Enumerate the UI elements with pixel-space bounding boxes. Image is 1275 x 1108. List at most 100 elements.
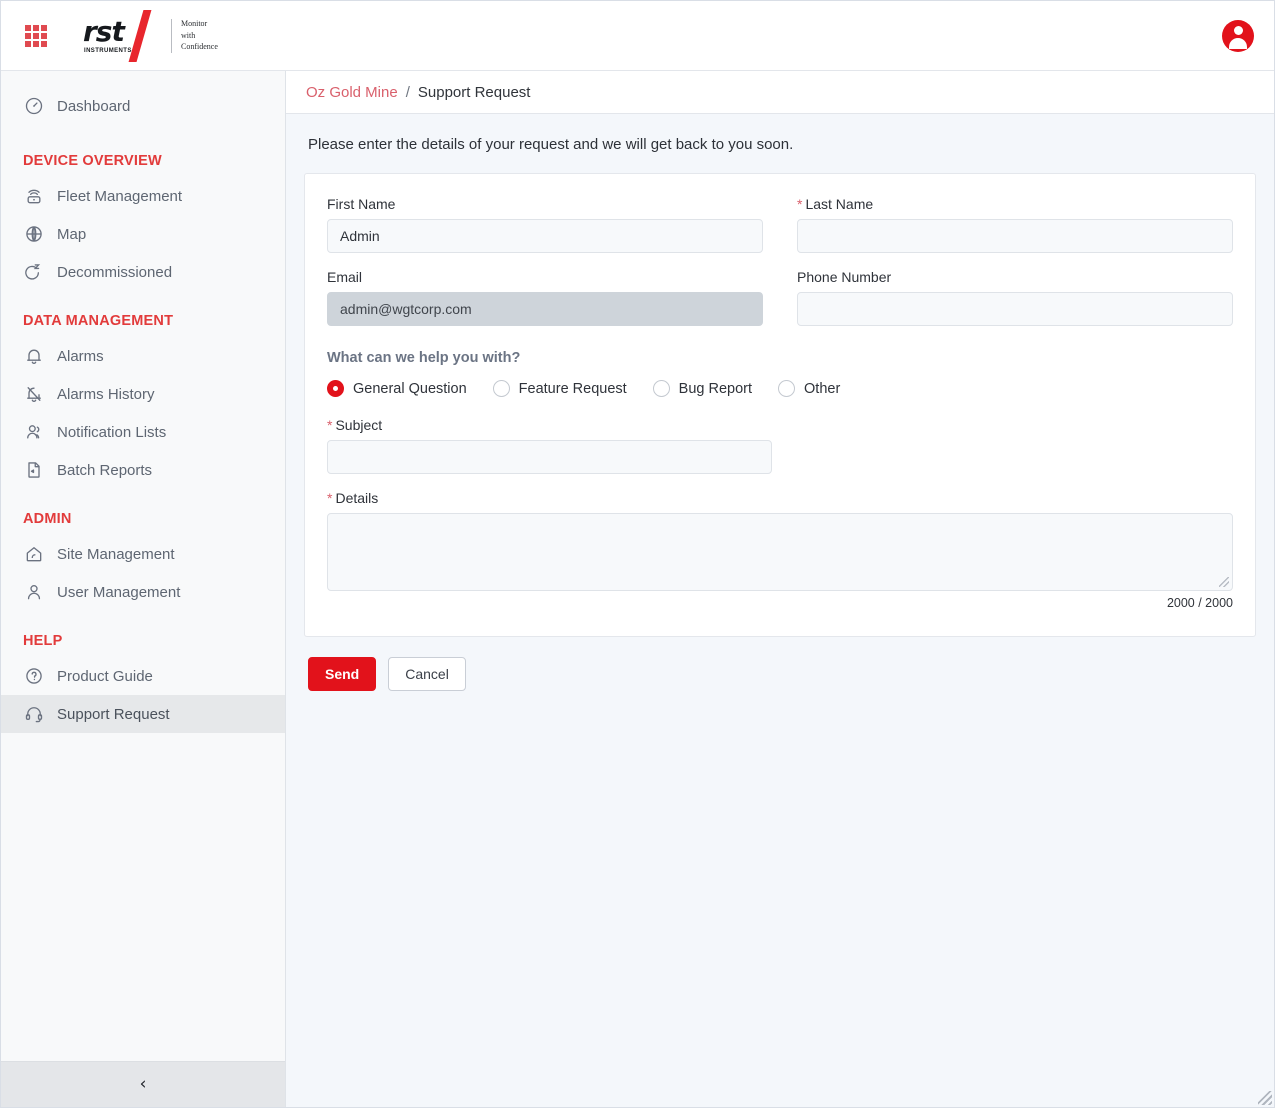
support-request-page: Please enter the details of your request…	[286, 114, 1274, 1107]
email-col: Email	[327, 269, 763, 342]
question-circle-icon	[23, 665, 45, 687]
sleep-rotate-icon	[23, 261, 45, 283]
details-label: * Details	[327, 490, 1233, 506]
character-counter: 2000 / 2000	[1166, 596, 1233, 610]
tagline-line-3: Confidence	[181, 42, 218, 52]
email-field: Email	[327, 269, 763, 326]
logo-subtext: INSTRUMENTS	[84, 47, 132, 54]
cancel-button[interactable]: Cancel	[388, 657, 466, 691]
sidebar-item-label: Notification Lists	[57, 423, 167, 441]
sidebar-item-label: Alarms	[57, 347, 104, 365]
last-name-col: * Last Name	[797, 196, 1233, 269]
sidebar-item-decommissioned[interactable]: Decommissioned	[1, 253, 285, 291]
sidebar-item-product-guide[interactable]: Product Guide	[1, 657, 285, 695]
app-header: rst INSTRUMENTS Monitor with Confidence	[1, 1, 1274, 71]
logo-tagline: Monitor with Confidence	[171, 18, 218, 53]
required-asterisk: *	[327, 490, 333, 506]
sidebar-item-label: Site Management	[57, 545, 175, 563]
sidebar-item-batch-reports[interactable]: Batch Reports	[1, 451, 285, 489]
radio-indicator[interactable]	[652, 380, 670, 397]
radio-option-other[interactable]: Other	[778, 380, 840, 397]
name-row: First Name *Last Name	[327, 196, 1233, 269]
radio-label: General Question	[353, 380, 467, 397]
radio-label: Bug Report	[678, 380, 753, 397]
gauge-icon	[23, 95, 45, 117]
details-textarea[interactable]	[327, 513, 1233, 591]
sidebar-item-label: Decommissioned	[57, 263, 173, 281]
breadcrumb-site-link[interactable]: Oz Gold Mine	[306, 84, 398, 101]
sidebar-item-label: User Management	[57, 583, 181, 601]
sidebar-section-device-overview: DEVICE OVERVIEW	[23, 153, 162, 169]
app-window: rst INSTRUMENTS Monitor with Confidence	[0, 0, 1275, 1108]
logo-mark: rst INSTRUMENTS	[81, 9, 153, 62]
radio-indicator[interactable]	[778, 380, 796, 397]
radio-label: Other	[804, 380, 841, 397]
subject-label-text: Subject	[335, 417, 383, 433]
sidebar-item-notification-lists[interactable]: Notification Lists	[1, 413, 285, 451]
sidebar-item-label: Map	[57, 225, 87, 243]
main-content: Oz Gold Mine / Support Request Please en…	[286, 71, 1274, 1107]
radio-label: Feature Request	[518, 380, 627, 397]
sidebar-item-map[interactable]: Map	[1, 215, 285, 253]
details-textarea-wrapper	[327, 513, 1233, 591]
radio-indicator[interactable]	[327, 380, 344, 397]
details-label-text: Details	[335, 490, 379, 506]
phone-input[interactable]	[797, 292, 1233, 326]
email-label: Email	[327, 269, 363, 285]
phone-col: Phone Number	[797, 269, 1233, 342]
phone-field: Phone Number	[797, 269, 1233, 326]
breadcrumb-separator: /	[405, 83, 410, 101]
sidebar-item-label: Alarms History	[57, 385, 155, 403]
sidebar-item-label: Dashboard	[57, 97, 131, 115]
first-name-label: First Name	[327, 196, 396, 212]
last-name-input[interactable]	[797, 219, 1233, 253]
sidebar-item-fleet-management[interactable]: Fleet Management	[1, 177, 285, 215]
sidebar-section-data-management: DATA MANAGEMENT	[23, 313, 174, 329]
bell-off-icon	[23, 383, 45, 405]
users-icon	[23, 421, 45, 443]
radio-indicator[interactable]	[492, 380, 510, 397]
sidebar-item-alarms[interactable]: Alarms	[1, 337, 285, 375]
radio-option-general-question[interactable]: General Question	[327, 380, 467, 397]
first-name-col: First Name	[327, 196, 763, 269]
sidebar-collapse-button[interactable]: ‹	[1, 1061, 285, 1107]
support-request-form-card: First Name *Last Name	[304, 173, 1256, 637]
radio-option-bug-report[interactable]: Bug Report	[652, 380, 753, 397]
sidebar-item-label: Product Guide	[57, 667, 153, 685]
app-body: Dashboard DEVICE OVERVIEW Fleet Manageme…	[1, 71, 1274, 1107]
user-avatar-icon[interactable]	[1222, 19, 1254, 52]
form-actions: Send Cancel	[308, 657, 1256, 691]
first-name-input[interactable]	[327, 219, 763, 253]
breadcrumb: Oz Gold Mine / Support Request	[286, 71, 1274, 114]
sidebar-section-admin: ADMIN	[23, 511, 72, 527]
subject-input[interactable]	[327, 440, 772, 474]
sidebar-item-label: Support Request	[57, 705, 170, 723]
user-icon	[23, 581, 45, 603]
sidebar-item-dashboard[interactable]: Dashboard	[1, 87, 285, 125]
last-name-label: * Last Name	[797, 196, 1233, 212]
headset-icon	[23, 703, 45, 725]
sidebar-item-label: Fleet Management	[57, 187, 183, 205]
phone-label: Phone Number	[797, 269, 892, 285]
required-asterisk: *	[327, 417, 333, 433]
subject-field: * Subject	[327, 417, 772, 474]
file-report-icon	[23, 459, 45, 481]
sidebar-item-alarms-history[interactable]: Alarms History	[1, 375, 285, 413]
sidebar-section-help: HELP	[23, 633, 63, 649]
tagline-line-1: Monitor	[181, 19, 208, 29]
apps-grid-icon[interactable]	[25, 24, 47, 47]
help-topic-group-label: What can we help you with?	[327, 350, 521, 366]
rst-logo[interactable]: rst INSTRUMENTS Monitor with Confidence	[81, 9, 218, 62]
home-signal-icon	[23, 543, 45, 565]
radio-option-feature-request[interactable]: Feature Request	[492, 380, 627, 397]
tagline-line-2: with	[181, 30, 196, 40]
sidebar-item-support-request[interactable]: Support Request	[1, 695, 285, 733]
sidebar-item-site-management[interactable]: Site Management	[1, 535, 285, 573]
sidebar: Dashboard DEVICE OVERVIEW Fleet Manageme…	[1, 71, 286, 1107]
page-intro-text: Please enter the details of your request…	[308, 136, 794, 153]
details-field: * Details 2000 / 2000	[327, 490, 1233, 610]
sidebar-item-user-management[interactable]: User Management	[1, 573, 285, 611]
contact-row: Email Phone Number	[327, 269, 1233, 342]
email-input	[327, 292, 763, 326]
send-button[interactable]: Send	[308, 657, 377, 691]
